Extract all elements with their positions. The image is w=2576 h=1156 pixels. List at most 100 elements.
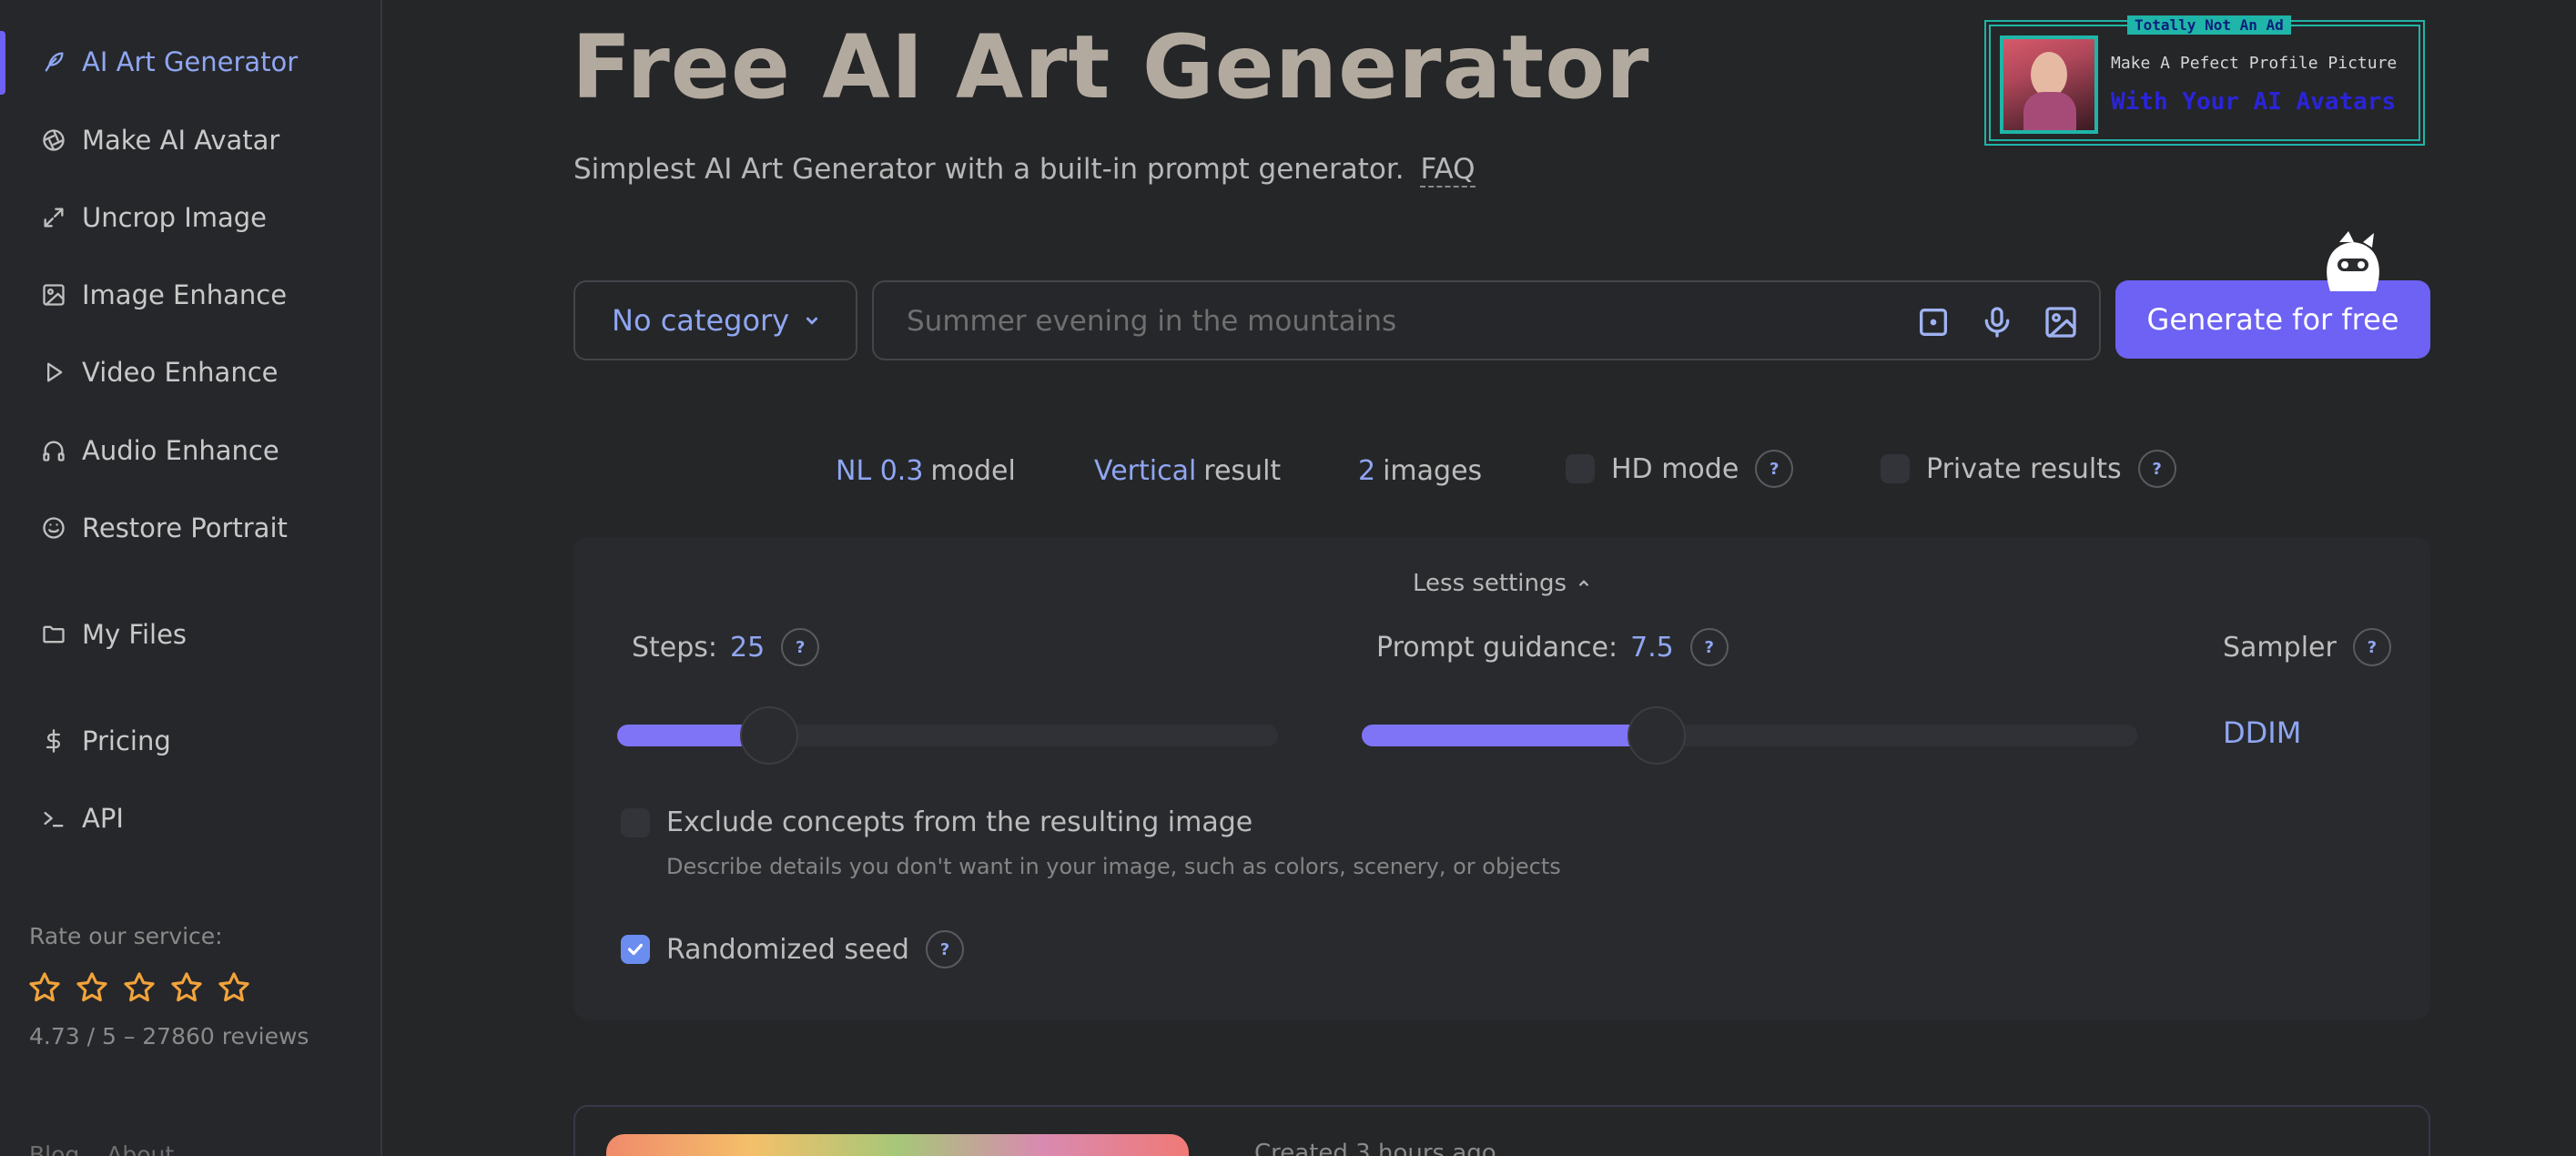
ad-frame: Totally Not An Ad Make A Pefect Profile … (1989, 15, 2420, 141)
result-image[interactable] (606, 1134, 1189, 1156)
help-icon[interactable]: ? (1689, 628, 1729, 666)
star-icon[interactable] (122, 970, 157, 1005)
model-option[interactable]: NL 0.3 model (836, 455, 1016, 487)
category-value: No category (612, 303, 790, 338)
star-icon[interactable] (27, 970, 62, 1005)
sidebar-item-uncrop-image[interactable]: Uncrop Image (40, 192, 267, 243)
page-subtitle: Simplest AI Art Generator with a built-i… (573, 153, 1476, 188)
orientation-label: result (1203, 455, 1282, 487)
help-icon[interactable]: ? (2137, 450, 2176, 488)
sidebar-item-make-ai-avatar[interactable]: Make AI Avatar (40, 115, 279, 166)
dollar-icon (40, 727, 67, 755)
sidebar-item-restore-portrait[interactable]: Restore Portrait (40, 502, 288, 553)
star-rating[interactable] (27, 970, 251, 1005)
exclude-concepts-description: Describe details you don't want in your … (666, 854, 1561, 879)
sampler-label: Sampler (2223, 631, 2337, 664)
help-icon[interactable]: ? (781, 628, 820, 666)
star-icon[interactable] (217, 970, 251, 1005)
randomized-seed-label: Randomized seed (666, 933, 909, 966)
mascot-icon (2327, 231, 2379, 291)
guidance-label: Prompt guidance: (1376, 631, 1618, 664)
result-created-time: Created 3 hours ago (1254, 1140, 1496, 1156)
settings-panel: Less settings Steps: 25 ? Prompt guidanc… (573, 537, 2430, 1019)
help-icon[interactable]: ? (2352, 628, 2391, 666)
ad-tag: Totally Not An Ad (2127, 15, 2291, 35)
ad-cta[interactable]: With Your AI Avatars (2111, 88, 2396, 116)
star-icon[interactable] (169, 970, 204, 1005)
hd-mode-label: HD mode (1611, 452, 1739, 485)
play-icon (40, 359, 67, 386)
upload-image-icon[interactable] (2043, 304, 2079, 340)
folder-icon (40, 621, 67, 648)
result-card: Created 3 hours ago (573, 1105, 2430, 1156)
sidebar-item-label: AI Art Generator (82, 46, 299, 77)
hd-mode-checkbox[interactable] (1566, 454, 1595, 483)
sidebar-item-label: Uncrop Image (82, 202, 268, 233)
sidebar-item-label: My Files (82, 619, 188, 650)
guidance-setting: Prompt guidance: 7.5 ? (1376, 628, 1729, 666)
aperture-icon (40, 127, 67, 154)
sidebar-item-label: API (82, 803, 124, 834)
image-count-value: 2 (1358, 455, 1376, 487)
sidebar-item-label: Pricing (82, 725, 171, 756)
model-label: model (930, 455, 1016, 487)
guidance-slider-fill (1362, 725, 1657, 746)
image-count-label: images (1383, 455, 1483, 487)
ad-banner[interactable]: Totally Not An Ad Make A Pefect Profile … (1984, 15, 2425, 146)
star-icon[interactable] (75, 970, 109, 1005)
steps-value: 25 (730, 631, 766, 664)
model-value: NL 0.3 (836, 455, 924, 487)
terminal-icon (40, 805, 67, 832)
chevron-down-icon (806, 317, 818, 325)
check-icon (627, 943, 644, 956)
sidebar-item-pricing[interactable]: Pricing (40, 715, 171, 766)
orientation-value: Vertical (1094, 455, 1197, 487)
sidebar-item-label: Make AI Avatar (82, 125, 280, 156)
sidebar-item-ai-art-generator[interactable]: AI Art Generator (40, 36, 298, 87)
private-results-checkbox[interactable] (1881, 454, 1910, 483)
exclude-concepts-option[interactable]: Exclude concepts from the resulting imag… (621, 806, 1253, 838)
sidebar-item-video-enhance[interactable]: Video Enhance (40, 347, 279, 398)
sidebar: AI Art Generator Make AI Avatar Uncrop I… (0, 0, 382, 1156)
ad-portrait-image (2000, 35, 2098, 134)
rate-label: Rate our service: (29, 923, 223, 949)
help-icon[interactable]: ? (1755, 450, 1794, 488)
private-results-option[interactable]: Private results ? (1881, 450, 2176, 488)
sidebar-item-label: Restore Portrait (82, 512, 288, 543)
randomized-seed-option[interactable]: Randomized seed ? (621, 930, 964, 968)
less-settings-label: Less settings (1413, 570, 1567, 597)
orientation-option[interactable]: Vertical result (1094, 455, 1281, 487)
about-link[interactable]: About (106, 1141, 174, 1156)
steps-slider[interactable] (617, 706, 1278, 765)
expand-icon (40, 204, 67, 231)
rating-summary: 4.73 / 5 – 27860 reviews (29, 1023, 309, 1050)
steps-setting: Steps: 25 ? (632, 628, 820, 666)
feather-icon (40, 48, 67, 76)
subtitle-text: Simplest AI Art Generator with a built-i… (573, 153, 1405, 186)
faq-link[interactable]: FAQ (1420, 153, 1476, 188)
blog-link[interactable]: Blog (29, 1141, 79, 1156)
sidebar-item-label: Audio Enhance (82, 435, 279, 466)
headphones-icon (40, 437, 67, 464)
guidance-value: 7.5 (1630, 631, 1674, 664)
microphone-icon[interactable] (1979, 304, 2015, 340)
less-settings-toggle[interactable]: Less settings (1413, 570, 1592, 597)
sidebar-item-audio-enhance[interactable]: Audio Enhance (40, 425, 279, 476)
category-dropdown[interactable]: No category (573, 280, 857, 360)
sidebar-item-image-enhance[interactable]: Image Enhance (40, 269, 287, 320)
guidance-slider-handle[interactable] (1627, 706, 1686, 765)
guidance-slider[interactable] (1362, 706, 2137, 765)
prompt-input[interactable] (907, 299, 1835, 344)
dice-icon[interactable] (1915, 304, 1952, 340)
sidebar-item-my-files[interactable]: My Files (40, 609, 187, 660)
help-icon[interactable]: ? (925, 930, 964, 968)
exclude-concepts-checkbox[interactable] (621, 807, 650, 837)
image-count-option[interactable]: 2 images (1358, 455, 1482, 487)
randomized-seed-checkbox[interactable] (621, 935, 650, 964)
footer-links: Blog About (29, 1141, 174, 1156)
hd-mode-option[interactable]: HD mode ? (1566, 450, 1794, 488)
sidebar-item-api[interactable]: API (40, 793, 124, 844)
steps-slider-handle[interactable] (739, 706, 798, 765)
sampler-select[interactable]: DDIM (2223, 715, 2301, 750)
sidebar-item-label: Video Enhance (82, 357, 279, 388)
